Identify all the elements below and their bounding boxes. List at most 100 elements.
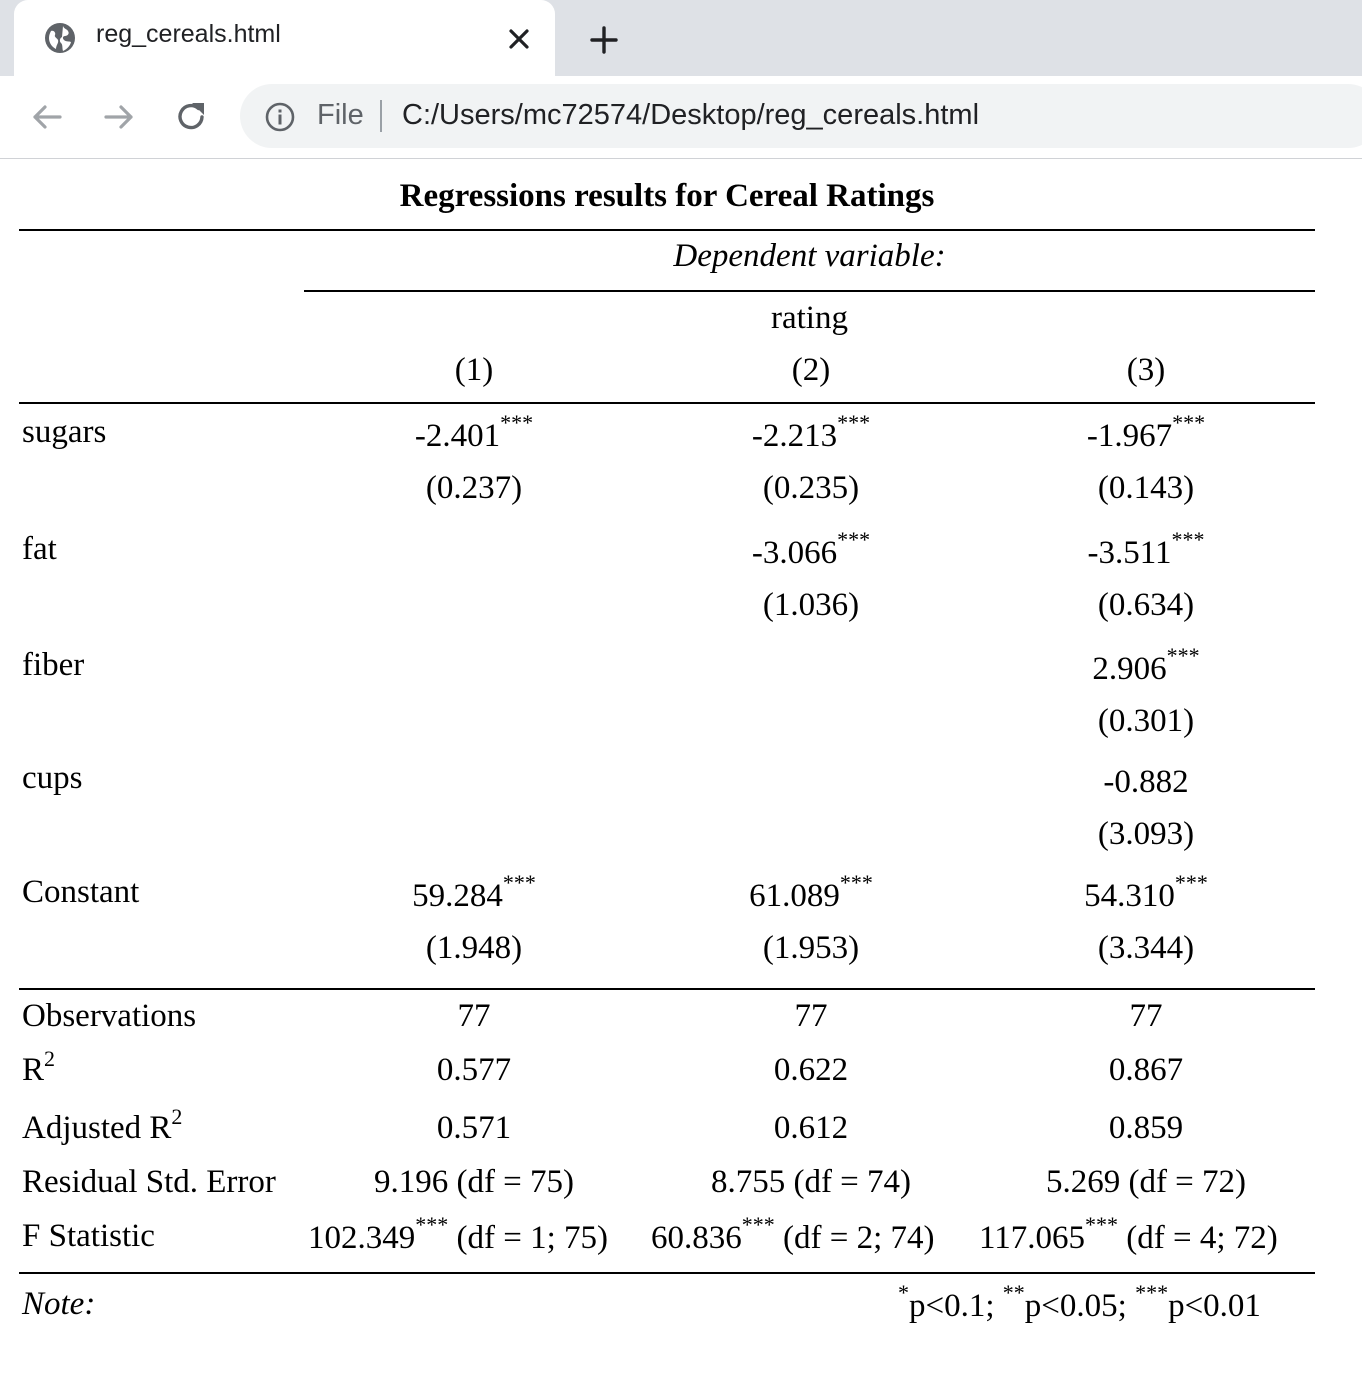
f-statistic-df-1: (df = 1; 75) [456,1220,609,1256]
column-header-1: (1) [454,352,494,388]
note-label: Note: [22,1286,96,1322]
adjusted-r2-col1: 0.571 [436,1110,512,1146]
r2-col3: 0.867 [1108,1052,1184,1088]
f-statistic-stars-2: *** [741,1212,775,1237]
note-text-2: p<0.05; [1024,1288,1127,1324]
address-scheme: File [317,99,364,131]
f-statistic-col3: 117.065*** (df = 4; 72) [979,1214,1278,1257]
residual-std-error-label: Residual Std. Error [22,1164,276,1200]
note-text-3: p<0.01 [1168,1288,1261,1324]
f-statistic-col2: 60.836*** (df = 2; 74) [651,1214,935,1257]
bottom-rule [19,1272,1315,1274]
coefficient-value: 54.310 [1084,878,1175,914]
coefficient-value: -3.066 [751,535,838,571]
coefficient-value: 59.284 [412,878,503,914]
dependent-variable-name: rating [771,300,848,336]
note-text-1: p<0.1; [909,1288,995,1324]
row-label-3: cups [22,760,83,796]
address-bar[interactable]: File C:/Users/mc72574/Desktop/reg_cereal… [240,84,1362,148]
observations-col3: 77 [1129,998,1163,1034]
r2-label: R2 [22,1048,55,1089]
note-star-3: *** [1135,1280,1169,1305]
adjusted-r2-col2: 0.612 [773,1110,849,1146]
header-rule [19,402,1315,404]
adjusted-r2-col3: 0.859 [1108,1110,1184,1146]
coefficient-value: -1.967 [1086,418,1173,454]
standard-error-cell: (3.093) [1097,816,1195,852]
row-label-2: fiber [22,647,85,683]
standard-error-cell: (1.953) [762,930,860,966]
dependent-variable-header: Dependent variable: [673,238,946,274]
coefficient-value: 2.906 [1092,651,1167,687]
coefficient-cell: -2.401*** [304,412,644,455]
adjusted-r2-label-text: Adjusted R [22,1110,172,1146]
significance-stars: *** [1166,643,1200,668]
standard-error-cell: (1.948) [425,930,523,966]
significance-stars: *** [1171,527,1205,552]
stats-rule [19,988,1315,990]
coefficient-cell: -2.213*** [641,412,981,455]
f-statistic-col1: 102.349*** (df = 1; 75) [308,1214,609,1257]
close-icon[interactable] [504,24,534,54]
standard-error-cell: (0.143) [1097,470,1195,506]
browser-tab[interactable]: reg_cereals.html [14,0,555,78]
f-statistic-stars-3: *** [1085,1212,1119,1237]
coefficient-value: -3.511 [1087,535,1172,571]
row-label-4: Constant [22,874,140,910]
significance-stars: *** [1174,870,1208,895]
row-label-1: fat [22,531,57,567]
top-rule [19,229,1315,231]
coefficient-value: -2.401 [414,418,501,454]
adjusted-r2-label-sup: 2 [171,1104,183,1129]
column-header-3: (3) [1126,352,1166,388]
dependent-variable-rule [304,290,1315,292]
significance-stars: *** [1172,410,1206,435]
standard-error-cell: (3.344) [1097,930,1195,966]
forward-arrow-icon[interactable] [100,98,138,136]
r2-label-sup: 2 [44,1046,56,1071]
residual-std-error-col2: 8.755 (df = 74) [710,1164,912,1200]
reload-icon[interactable] [172,98,210,136]
tab-strip: reg_cereals.html [0,0,1362,78]
coefficient-cell: -3.511*** [976,529,1316,572]
coefficient-cell: 59.284*** [304,872,644,915]
observations-col2: 77 [794,998,828,1034]
back-arrow-icon[interactable] [28,98,66,136]
address-url[interactable]: C:/Users/mc72574/Desktop/reg_cereals.htm… [402,99,979,132]
f-statistic-value-3: 117.065 [979,1220,1086,1256]
coefficient-value: -2.213 [751,418,838,454]
column-header-2: (2) [791,352,831,388]
f-statistic-stars-1: *** [415,1212,449,1237]
significance-stars: *** [839,870,873,895]
row-label-0: sugars [22,414,107,450]
coefficient-value: -0.882 [1103,764,1189,800]
note-star-1: * [898,1280,909,1305]
standard-error-cell: (0.237) [425,470,523,506]
adjusted-r2-label: Adjusted R2 [22,1106,182,1147]
plus-icon[interactable] [586,22,622,58]
table-caption: Regressions results for Cereal Ratings [399,178,935,214]
coefficient-cell: -0.882 [976,764,1316,801]
residual-std-error-col1: 9.196 (df = 75) [373,1164,575,1200]
standard-error-cell: (0.634) [1097,587,1195,623]
significance-stars: *** [500,410,534,435]
significance-stars: *** [837,410,871,435]
significance-note: *p<0.1; **p<0.05; ***p<0.01 [898,1282,1261,1325]
observations-label: Observations [22,998,197,1034]
r2-label-text: R [22,1052,45,1088]
r2-col1: 0.577 [436,1052,512,1088]
note-star-2: ** [1002,1280,1025,1305]
r2-col2: 0.622 [773,1052,849,1088]
browser-toolbar: File C:/Users/mc72574/Desktop/reg_cereal… [0,76,1362,159]
f-statistic-label: F Statistic [22,1218,155,1254]
coefficient-cell: 61.089*** [641,872,981,915]
coefficient-cell: -3.066*** [641,529,981,572]
coefficient-value: 61.089 [749,878,840,914]
info-icon[interactable] [264,101,296,133]
f-statistic-value-2: 60.836 [651,1220,742,1256]
address-divider [380,100,382,132]
coefficient-cell: 2.906*** [976,645,1316,688]
f-statistic-df-2: (df = 2; 74) [783,1220,935,1256]
standard-error-cell: (0.235) [762,470,860,506]
coefficient-cell: 54.310*** [976,872,1316,915]
